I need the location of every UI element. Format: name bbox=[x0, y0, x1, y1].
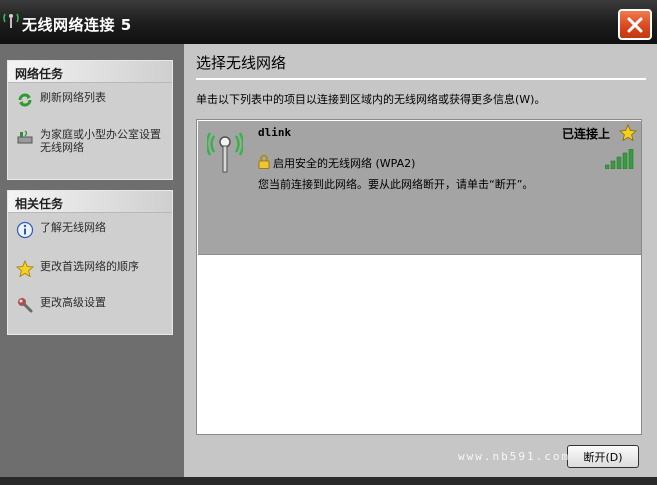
preferred-star-icon bbox=[619, 124, 637, 142]
signal-bar bbox=[610, 160, 616, 169]
task-setup-wireless-network[interactable]: 为家庭或小型办公室设置无线网络 bbox=[16, 128, 166, 154]
task-sidebar: 网络任务 刷新网络列表 为家庭或小型办公室设置无线网络 相关任务 了解无线网络 … bbox=[0, 44, 184, 477]
setup-network-icon bbox=[17, 130, 33, 144]
task-change-advanced-settings[interactable]: 更改高级设置 bbox=[16, 296, 106, 314]
task-label: 更改首选网络的顺序 bbox=[40, 260, 139, 273]
info-icon bbox=[16, 221, 34, 239]
signal-strength-icon bbox=[605, 149, 634, 169]
page-description: 单击以下列表中的项目以连接到区域内的无线网络或获得更多信息(W)。 bbox=[196, 93, 546, 106]
wireless-connection-window: 无线网络连接 5 网络任务 刷新网络列表 为家庭或小型办公室设置无线网络 相关任… bbox=[0, 0, 657, 485]
signal-bar bbox=[622, 152, 628, 169]
star-icon bbox=[16, 260, 34, 278]
connection-detail: 您当前连接到此网络。要从此网络断开，请单击“断开”。 bbox=[258, 178, 534, 191]
task-refresh-network-list[interactable]: 刷新网络列表 bbox=[16, 91, 106, 109]
close-button[interactable] bbox=[618, 9, 652, 40]
signal-bar bbox=[616, 156, 622, 169]
task-label: 为家庭或小型办公室设置无线网络 bbox=[40, 128, 161, 154]
page-title: 选择无线网络 bbox=[196, 54, 287, 72]
wrench-icon bbox=[18, 298, 33, 313]
signal-bar bbox=[628, 149, 634, 169]
related-tasks-header[interactable]: 相关任务 bbox=[8, 191, 172, 213]
window-bottom-border bbox=[0, 477, 657, 485]
network-ssid: dlink bbox=[258, 126, 292, 139]
disconnect-button[interactable]: 断开(D) bbox=[567, 445, 639, 468]
task-learn-wireless[interactable]: 了解无线网络 bbox=[16, 221, 106, 239]
close-icon bbox=[627, 17, 643, 32]
task-label: 更改高级设置 bbox=[40, 296, 106, 309]
refresh-icon bbox=[18, 93, 32, 107]
main-panel: 选择无线网络 单击以下列表中的项目以连接到区域内的无线网络或获得更多信息(W)。… bbox=[184, 44, 657, 477]
task-change-preferred-order[interactable]: 更改首选网络的顺序 bbox=[16, 260, 139, 278]
window-title: 无线网络连接 5 bbox=[22, 16, 132, 34]
task-label: 了解无线网络 bbox=[40, 221, 106, 234]
title-divider bbox=[196, 78, 646, 80]
wireless-antenna-icon bbox=[3, 13, 19, 28]
related-tasks-panel: 相关任务 了解无线网络 更改首选网络的顺序 更改高级设置 bbox=[7, 190, 173, 335]
network-tasks-header[interactable]: 网络任务 bbox=[8, 61, 172, 83]
signal-bar bbox=[605, 164, 610, 169]
network-list[interactable]: dlink 已连接上 启用安全的无线网络 (WPA2) 您当前连接到此网络。要从… bbox=[196, 119, 642, 435]
network-list-item[interactable]: dlink 已连接上 启用安全的无线网络 (WPA2) 您当前连接到此网络。要从… bbox=[198, 121, 641, 255]
network-tasks-panel: 网络任务 刷新网络列表 为家庭或小型办公室设置无线网络 bbox=[7, 60, 173, 180]
lock-icon bbox=[258, 154, 270, 169]
wireless-network-icon bbox=[207, 132, 243, 173]
task-label: 刷新网络列表 bbox=[40, 91, 106, 104]
title-bar[interactable]: 无线网络连接 5 bbox=[0, 0, 657, 44]
connection-status: 已连接上 bbox=[562, 127, 611, 141]
security-type: 启用安全的无线网络 (WPA2) bbox=[273, 157, 416, 170]
